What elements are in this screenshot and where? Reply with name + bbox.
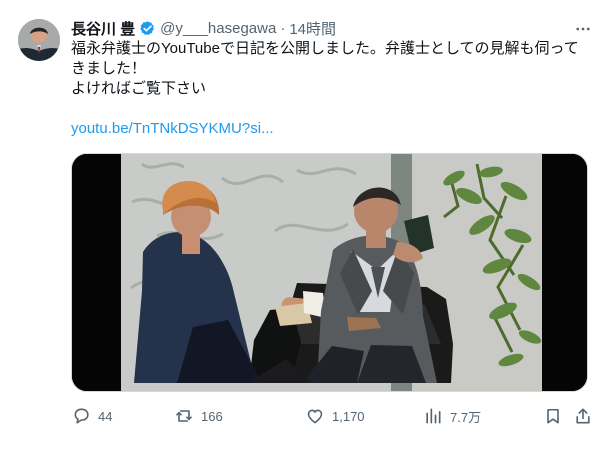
tweet-actions: 44 166 1,170 7.7万 [71, 404, 593, 428]
tweet-card[interactable]: 長谷川 豊 @y___hasegawa · 14時間 福永弁護士のYouTube… [0, 0, 611, 450]
tweet-time[interactable]: 14時間 [289, 18, 336, 39]
video-thumbnail [72, 154, 587, 391]
separator-dot: · [280, 19, 286, 37]
tweet-text-line: きました！ [71, 60, 147, 77]
display-name[interactable]: 長谷川 豊 [71, 18, 135, 39]
repost-count: 166 [201, 408, 223, 424]
tweet-text: 福永弁護士のYouTubeで日記を公開しました。弁護士としての見解も伺って きま… [71, 39, 586, 139]
repost-icon [174, 406, 194, 426]
reply-button[interactable]: 44 [71, 404, 112, 428]
heart-icon [305, 406, 325, 426]
tweet-text-line: 福永弁護士のYouTubeで日記を公開しました。弁護士としての見解も伺って [71, 40, 579, 57]
avatar-photo [18, 19, 60, 61]
share-icon [573, 406, 593, 426]
reply-count: 44 [98, 408, 113, 424]
tweet-header: 長谷川 豊 @y___hasegawa · 14時間 [71, 17, 593, 39]
bookmark-button[interactable] [543, 404, 563, 428]
repost-button[interactable]: 166 [174, 404, 223, 428]
reply-icon [71, 406, 91, 426]
youtube-link[interactable]: youtu.be/TnTNkDSYKMU?si... [71, 119, 586, 139]
view-count: 7.7万 [450, 409, 482, 425]
verified-check-icon [139, 20, 156, 37]
like-button[interactable]: 1,170 [305, 404, 365, 428]
more-icon[interactable] [573, 20, 593, 38]
bookmark-icon [543, 406, 563, 426]
views-bar-chart-icon [423, 406, 443, 426]
video-media-card[interactable] [71, 153, 588, 392]
author-handle[interactable]: @y___hasegawa [160, 20, 276, 37]
avatar[interactable] [18, 19, 60, 61]
tweet-content: 長谷川 豊 @y___hasegawa · 14時間 福永弁護士のYouTube… [71, 17, 593, 139]
tweet-text-line: よければご覧下さい [71, 80, 207, 97]
share-button[interactable] [573, 404, 593, 428]
views-button[interactable]: 7.7万 [423, 404, 481, 428]
like-count: 1,170 [332, 408, 365, 424]
